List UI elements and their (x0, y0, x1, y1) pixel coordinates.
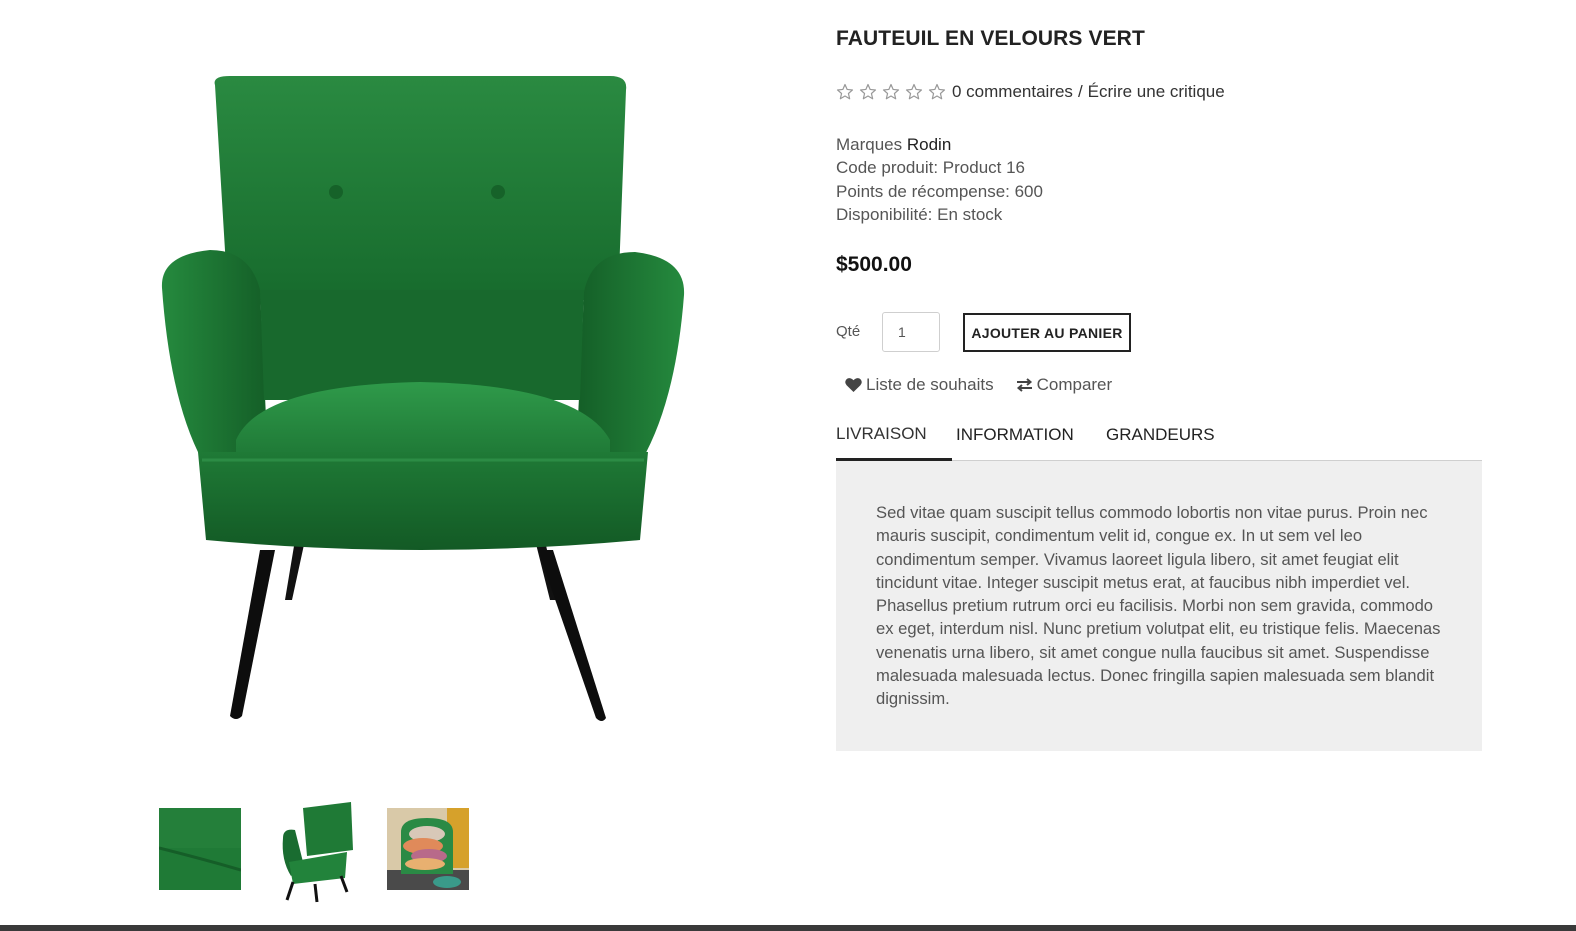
star-outline-icon (836, 83, 854, 101)
tab-information[interactable]: INFORMATION (956, 421, 1074, 461)
wishlist-button[interactable]: Liste de souhaits (845, 375, 994, 395)
star-rating (836, 83, 946, 101)
tab-livraison[interactable]: LIVRAISON (836, 420, 952, 461)
tab-panel-livraison: Sed vitae quam suscipit tellus commodo l… (836, 461, 1482, 751)
star-outline-icon (905, 83, 923, 101)
star-outline-icon (928, 83, 946, 101)
write-review-link[interactable]: Écrire une critique (1088, 82, 1225, 102)
add-to-cart-button[interactable]: AJOUTER AU PANIER (963, 313, 1131, 352)
product-page: FAUTEUIL EN VELOURS VERT 0 commentaires … (0, 0, 1576, 931)
product-meta: Marques Rodin Code produit: Product 16 P… (836, 133, 1043, 226)
rating-row: 0 commentaires / Écrire une critique (836, 80, 1225, 104)
heart-icon (845, 377, 866, 393)
reviews-link[interactable]: 0 commentaires (952, 82, 1073, 102)
quantity-label: Qté (836, 323, 861, 340)
thumbnail-chair-with-cushions[interactable] (387, 808, 469, 890)
star-outline-icon (882, 83, 900, 101)
thumbnail-chair-angle[interactable] (273, 800, 355, 904)
compare-label: Comparer (1036, 375, 1113, 394)
availability: Disponibilité: En stock (836, 204, 1003, 224)
product-price: $500.00 (836, 253, 912, 276)
product-code: Code produit: Product 16 (836, 158, 1026, 178)
brand-label: Marques (836, 135, 903, 154)
reviews-separator: / (1077, 82, 1083, 101)
exchange-arrows-icon (1016, 378, 1037, 392)
product-main-image[interactable] (140, 40, 700, 740)
compare-button[interactable]: Comparer (1016, 375, 1113, 395)
tab-content-text: Sed vitae quam suscipit tellus commodo l… (876, 503, 1441, 709)
wishlist-label: Liste de souhaits (866, 375, 994, 394)
tab-grandeurs[interactable]: GRANDEURS (1106, 421, 1215, 461)
footer-divider (0, 925, 1576, 931)
star-outline-icon (859, 83, 877, 101)
brand-line: Marques Rodin (836, 133, 1043, 156)
brand-link[interactable]: Rodin (907, 135, 951, 154)
product-actions: Liste de souhaits Comparer (845, 375, 1112, 395)
product-title: FAUTEUIL EN VELOURS VERT (836, 27, 1145, 50)
reward-points: Points de récompense: 600 (836, 181, 1043, 201)
thumbnail-velvet-closeup[interactable] (159, 808, 241, 890)
quantity-input[interactable] (882, 312, 940, 352)
product-tabs: LIVRAISON INFORMATION GRANDEURS (836, 420, 1482, 461)
